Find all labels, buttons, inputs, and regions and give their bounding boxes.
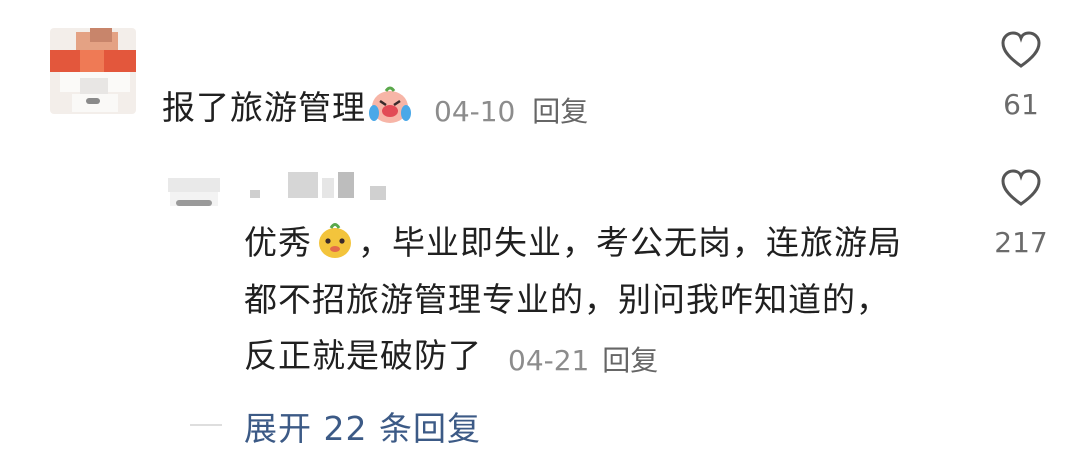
comment-date: 04-10 bbox=[434, 95, 516, 128]
divider bbox=[190, 424, 222, 426]
reply-like-count: 217 bbox=[994, 226, 1048, 259]
reply-avatar[interactable] bbox=[168, 178, 220, 212]
reply-line-1: 优秀 ，毕业即失业，考公无岗，连旅游局 bbox=[244, 220, 902, 271]
reply-username[interactable] bbox=[250, 172, 390, 202]
comment-meta: 04-10 回复 bbox=[434, 90, 588, 130]
heart-icon bbox=[1001, 169, 1041, 206]
crying-laughing-emoji bbox=[368, 85, 412, 136]
comment-text: 报了旅游管理 bbox=[162, 88, 366, 127]
reply-text-part: 优秀 bbox=[244, 223, 312, 262]
like-button[interactable] bbox=[1000, 30, 1042, 74]
reply-date: 04-21 bbox=[508, 344, 590, 377]
reply-reply-button[interactable]: 回复 bbox=[602, 344, 658, 377]
reply-button[interactable]: 回复 bbox=[532, 95, 588, 128]
comment-body: 报了旅游管理 bbox=[162, 85, 414, 136]
reply-text-part: ，毕业即失业，考公无岗，连旅游局 bbox=[358, 223, 902, 262]
heart-icon bbox=[1001, 31, 1041, 68]
reply-like-button[interactable] bbox=[1000, 168, 1042, 212]
avatar[interactable] bbox=[50, 28, 136, 114]
reply-line-3: 反正就是破防了 bbox=[244, 336, 482, 375]
like-count: 61 bbox=[1003, 88, 1039, 121]
smiling-emoji bbox=[314, 220, 356, 271]
expand-replies-button[interactable]: 展开 22 条回复 bbox=[244, 402, 481, 450]
reply-meta: 04-21 回复 bbox=[508, 339, 658, 379]
reply-line-2: 都不招旅游管理专业的，别问我咋知道的， bbox=[244, 280, 890, 319]
